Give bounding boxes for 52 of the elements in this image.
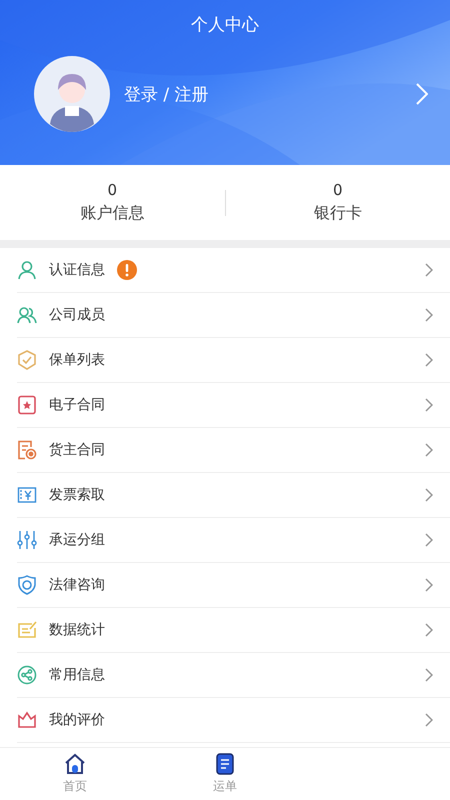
note-icon xyxy=(17,620,37,640)
menu-item[interactable]: 认证信息 xyxy=(17,248,450,293)
chevron-right-icon xyxy=(425,443,433,457)
shield-check-icon xyxy=(17,350,37,370)
stat-item[interactable]: 0 银行卡 xyxy=(226,181,450,224)
chevron-right-icon xyxy=(425,263,433,277)
avatar-icon[interactable] xyxy=(34,56,110,132)
chevron-right-icon xyxy=(425,533,433,547)
contract-icon xyxy=(17,395,37,415)
page-title: 个人中心 xyxy=(191,14,259,36)
menu-item[interactable]: 电子合同 xyxy=(17,383,450,428)
menu-item[interactable]: 保单列表 xyxy=(17,338,450,383)
menu-item[interactable]: 承运分组 xyxy=(17,518,450,563)
document-icon xyxy=(17,440,37,460)
menu-label: 认证信息 xyxy=(49,261,105,279)
sliders-icon xyxy=(17,530,37,550)
menu-label: 承运分组 xyxy=(49,531,105,549)
menu-label: 法律咨询 xyxy=(49,576,105,594)
stat-item[interactable]: 0 账户信息 xyxy=(0,181,224,224)
people-icon xyxy=(17,305,37,325)
chevron-right-icon xyxy=(425,398,433,412)
home-icon xyxy=(64,753,86,775)
menu-item[interactable]: 数据统计 xyxy=(17,608,450,653)
menu-label: 电子合同 xyxy=(49,396,105,414)
shield-icon xyxy=(17,575,37,595)
menu-item[interactable]: 法律咨询 xyxy=(17,563,450,608)
login-link[interactable]: 登录 / 注册 xyxy=(124,82,209,106)
chevron-right-icon xyxy=(425,488,433,502)
chevron-right-icon[interactable] xyxy=(416,83,428,105)
menu-label: 公司成员 xyxy=(49,306,105,324)
menu-label: 我的评价 xyxy=(49,711,105,729)
menu-label: 数据统计 xyxy=(49,621,105,639)
invoice-icon xyxy=(17,485,37,505)
menu-item[interactable]: 常用信息 xyxy=(17,653,450,698)
crown-icon xyxy=(17,710,37,730)
chevron-right-icon xyxy=(425,668,433,682)
menu-label: 保单列表 xyxy=(49,351,105,369)
share-icon xyxy=(17,665,37,685)
chevron-right-icon xyxy=(425,308,433,322)
chevron-right-icon xyxy=(425,623,433,637)
chevron-right-icon xyxy=(425,578,433,592)
menu-item[interactable]: 货主合同 xyxy=(17,428,450,473)
person-icon xyxy=(17,260,37,280)
menu-label: 常用信息 xyxy=(49,666,105,684)
menu-label: 货主合同 xyxy=(49,441,105,459)
menu-item[interactable]: 发票索取 xyxy=(17,473,450,518)
menu-label: 发票索取 xyxy=(49,486,105,504)
chevron-right-icon xyxy=(425,713,433,727)
menu-item[interactable]: 我的评价 xyxy=(17,698,450,743)
menu-item[interactable]: 公司成员 xyxy=(17,293,450,338)
document-icon xyxy=(214,753,236,775)
chevron-right-icon xyxy=(425,353,433,367)
